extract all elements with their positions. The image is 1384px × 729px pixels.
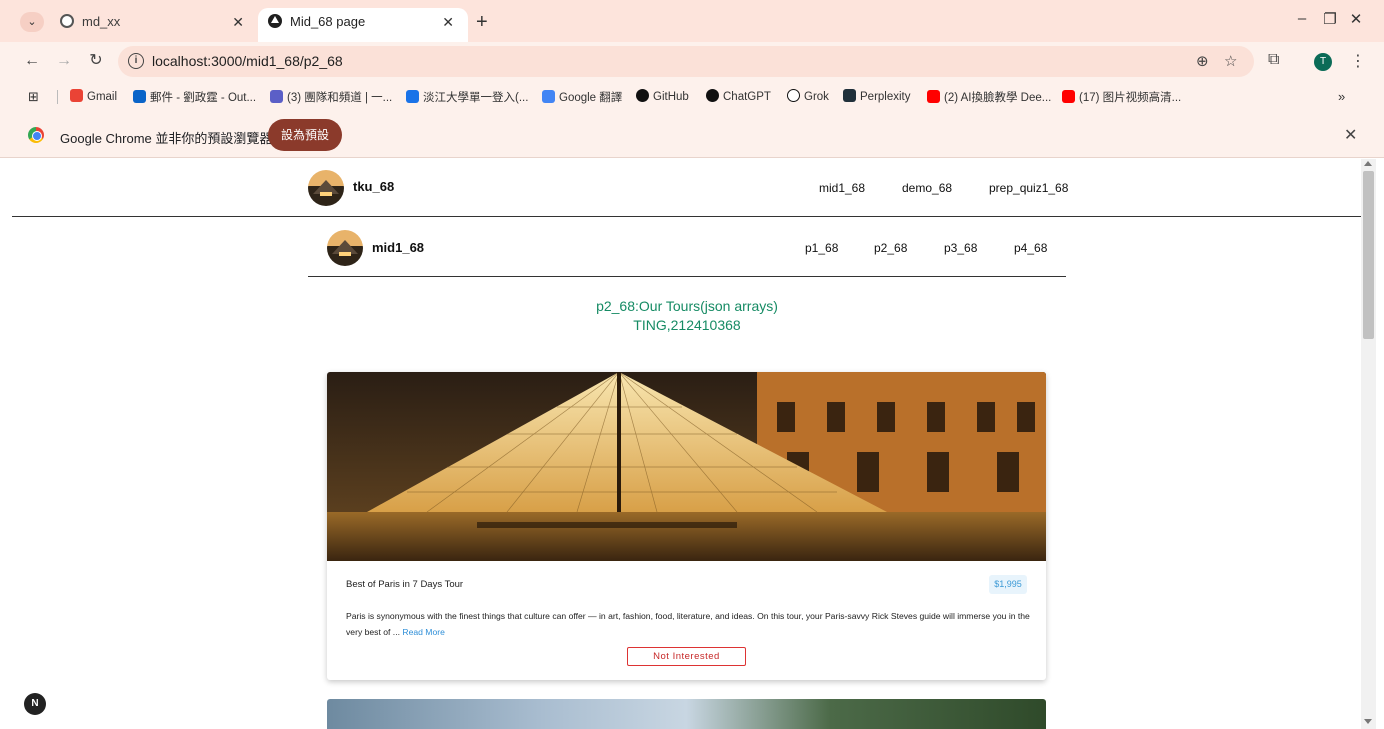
tour-card-next-image	[327, 699, 1046, 729]
back-icon[interactable]: ←	[22, 50, 42, 72]
gmail-icon	[70, 89, 83, 102]
restore-icon[interactable]: ❐	[1320, 10, 1340, 28]
nextjs-favicon-icon	[268, 14, 282, 28]
outlook-icon	[133, 90, 146, 103]
perplexity-icon	[843, 89, 856, 102]
profile-avatar[interactable]: T	[1314, 53, 1332, 71]
youtube-icon	[1062, 90, 1075, 103]
close-window-icon[interactable]: ✕	[1346, 10, 1366, 28]
not-interested-button[interactable]: Not Interested	[627, 647, 746, 666]
page-title-line2: TING,212410368	[633, 317, 741, 333]
menu-dots-icon[interactable]: ⋮	[1350, 51, 1366, 71]
set-default-button[interactable]: 設為預設	[268, 119, 342, 151]
nav-link-p2[interactable]: p2_68	[874, 241, 907, 255]
tour-image	[327, 372, 1046, 561]
translate-icon	[542, 90, 555, 103]
bookmark-outlook[interactable]: 郵件 - 劉政霆 - Out...	[133, 89, 256, 105]
page-scrollbar[interactable]	[1361, 159, 1376, 729]
close-tab-icon[interactable]: ✕	[232, 8, 244, 36]
tab-md-xx[interactable]: md_xx ✕	[52, 8, 258, 42]
nav-link-p4[interactable]: p4_68	[1014, 241, 1047, 255]
tour-card: Best of Paris in 7 Days Tour $1,995 Pari…	[327, 372, 1046, 680]
globe-icon	[60, 14, 74, 28]
chatgpt-icon	[706, 89, 719, 102]
bookmark-perplexity[interactable]: Perplexity	[843, 89, 911, 103]
reload-icon[interactable]: ↻	[86, 50, 106, 72]
address-bar[interactable]: i localhost:3000/mid1_68/p2_68 ⊕ ☆	[118, 46, 1254, 77]
page-title-line1: p2_68:Our Tours(json arrays)	[596, 298, 778, 314]
bookmark-chatgpt[interactable]: ChatGPT	[706, 89, 771, 103]
github-icon	[636, 89, 649, 102]
site-info-icon[interactable]: i	[128, 53, 144, 69]
scrollbar-thumb[interactable]	[1363, 171, 1374, 339]
page-title: p2_68:Our Tours(json arrays) TING,212410…	[308, 297, 1066, 335]
tku-icon	[406, 90, 419, 103]
apps-grid-icon[interactable]: ⊞	[28, 89, 39, 105]
grok-icon	[787, 89, 800, 102]
tour-name: Best of Paris in 7 Days Tour	[346, 579, 464, 590]
tour-description: Paris is synonymous with the finest thin…	[346, 608, 1036, 640]
bookmark-tku-sso[interactable]: 淡江大學單一登入(...	[406, 89, 528, 105]
page-viewport: tku_68 mid1_68 demo_68 prep_quiz1_68 mid…	[0, 159, 1361, 729]
bookmark-youtube-hd[interactable]: (17) 图片视频高清...	[1062, 89, 1181, 105]
forward-icon[interactable]: →	[54, 50, 74, 72]
section-brand[interactable]: mid1_68	[372, 240, 424, 255]
section-logo-avatar[interactable]	[327, 230, 363, 266]
bookmark-github[interactable]: GitHub	[636, 89, 689, 103]
scroll-down-arrow-icon[interactable]	[1364, 719, 1372, 724]
default-browser-infobar: Google Chrome 並非你的預設瀏覽器 設為預設 ✕	[0, 112, 1384, 158]
tour-info-text: Paris is synonymous with the finest thin…	[346, 611, 1030, 637]
chrome-logo-icon	[28, 127, 44, 143]
minimize-icon[interactable]: –	[1292, 10, 1312, 27]
close-infobar-icon[interactable]: ✕	[1344, 125, 1357, 145]
tab-title: md_xx	[82, 14, 121, 29]
nav-divider	[12, 216, 1361, 217]
youtube-icon	[927, 90, 940, 103]
scroll-up-arrow-icon[interactable]	[1364, 161, 1372, 166]
bookmark-youtube-ai[interactable]: (2) AI換臉教學 Dee...	[927, 89, 1051, 105]
nav-link-mid1[interactable]: mid1_68	[819, 181, 865, 195]
bookmark-teams[interactable]: (3) 團隊和頻道 | 一...	[270, 89, 392, 105]
bookmark-google-translate[interactable]: Google 翻譯	[542, 89, 622, 105]
bookmark-star-icon[interactable]: ☆	[1224, 52, 1237, 70]
bookmark-gmail[interactable]: Gmail	[70, 89, 117, 103]
read-more-button[interactable]: Read More	[402, 627, 445, 637]
nextjs-dev-badge[interactable]: N	[24, 693, 46, 715]
nav-link-p3[interactable]: p3_68	[944, 241, 977, 255]
tab-search-button[interactable]: ⌄	[20, 12, 44, 32]
bookmark-grok[interactable]: Grok	[787, 89, 829, 103]
bookmarks-bar: ⊞ Gmail 郵件 - 劉政霆 - Out... (3) 團隊和頻道 | 一.…	[0, 82, 1384, 112]
new-tab-button[interactable]: +	[476, 10, 488, 34]
tab-title: Mid_68 page	[290, 14, 366, 29]
more-bookmarks-icon[interactable]: »	[1338, 89, 1345, 104]
nav-link-p1[interactable]: p1_68	[805, 241, 838, 255]
infobar-message: Google Chrome 並非你的預設瀏覽器	[60, 131, 273, 146]
zoom-icon[interactable]: ⊕	[1196, 52, 1209, 70]
tab-strip: ⌄ md_xx ✕ Mid_68 page ✕ + – ❐ ✕	[0, 0, 1384, 42]
nav-link-prep-quiz1[interactable]: prep_quiz1_68	[989, 181, 1068, 195]
section-divider	[308, 276, 1066, 277]
tour-price-badge: $1,995	[989, 575, 1027, 594]
extensions-icon[interactable]: ⧉	[1268, 51, 1279, 69]
nav-link-demo[interactable]: demo_68	[902, 181, 952, 195]
bookmark-separator	[57, 90, 58, 104]
site-logo-avatar[interactable]	[308, 170, 344, 206]
browser-toolbar: ← → ↻ i localhost:3000/mid1_68/p2_68 ⊕ ☆…	[0, 42, 1384, 82]
teams-icon	[270, 90, 283, 103]
site-brand[interactable]: tku_68	[353, 179, 394, 194]
close-tab-icon[interactable]: ✕	[442, 8, 454, 36]
url-text[interactable]: localhost:3000/mid1_68/p2_68	[152, 53, 343, 69]
tab-mid-68-page[interactable]: Mid_68 page ✕	[258, 8, 468, 42]
